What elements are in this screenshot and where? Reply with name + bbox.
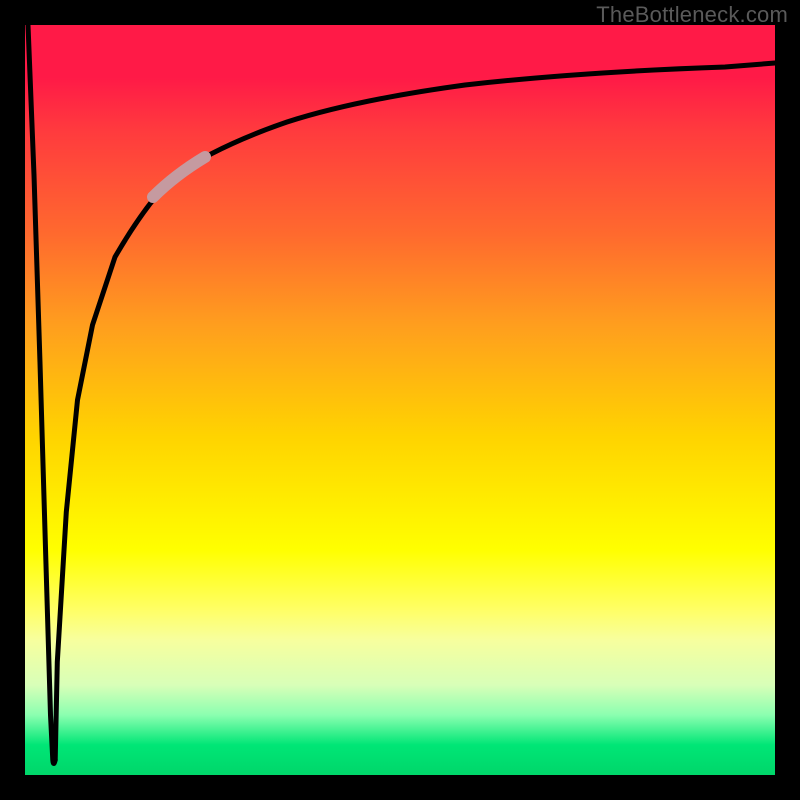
plot-area [25, 25, 775, 775]
attribution-text: TheBottleneck.com [596, 2, 788, 28]
chart-frame: TheBottleneck.com [0, 0, 800, 800]
curve-highlight-segment [153, 157, 205, 197]
curve-right-rise [55, 63, 775, 760]
curve-left-drop [28, 25, 55, 764]
curve-layer [25, 25, 775, 775]
